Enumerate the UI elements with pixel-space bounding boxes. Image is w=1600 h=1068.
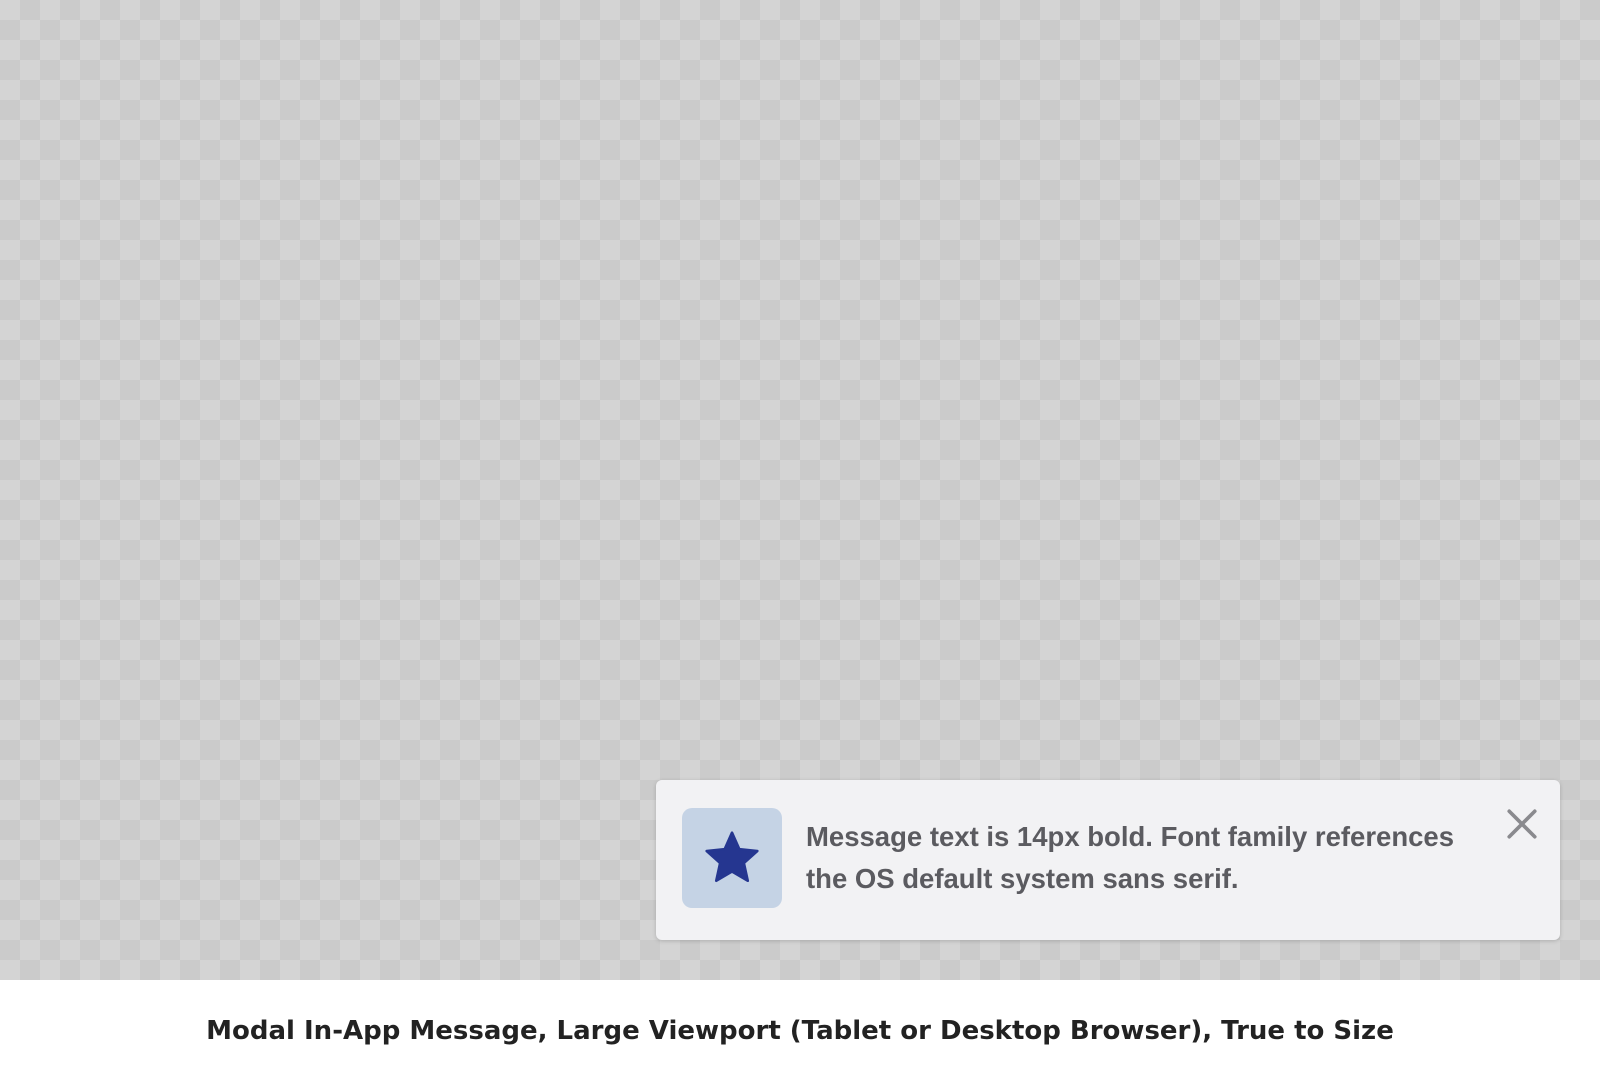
message-icon-container: [682, 808, 782, 908]
checkerboard-canvas: Message text is 14px bold. Font family r…: [0, 0, 1600, 980]
in-app-message-modal[interactable]: Message text is 14px bold. Font family r…: [656, 780, 1560, 940]
close-button[interactable]: [1502, 804, 1542, 844]
figure-caption: Modal In-App Message, Large Viewport (Ta…: [206, 1016, 1394, 1046]
star-icon: [705, 831, 759, 883]
close-icon[interactable]: [1505, 807, 1539, 841]
message-text: Message text is 14px bold. Font family r…: [806, 821, 1455, 894]
